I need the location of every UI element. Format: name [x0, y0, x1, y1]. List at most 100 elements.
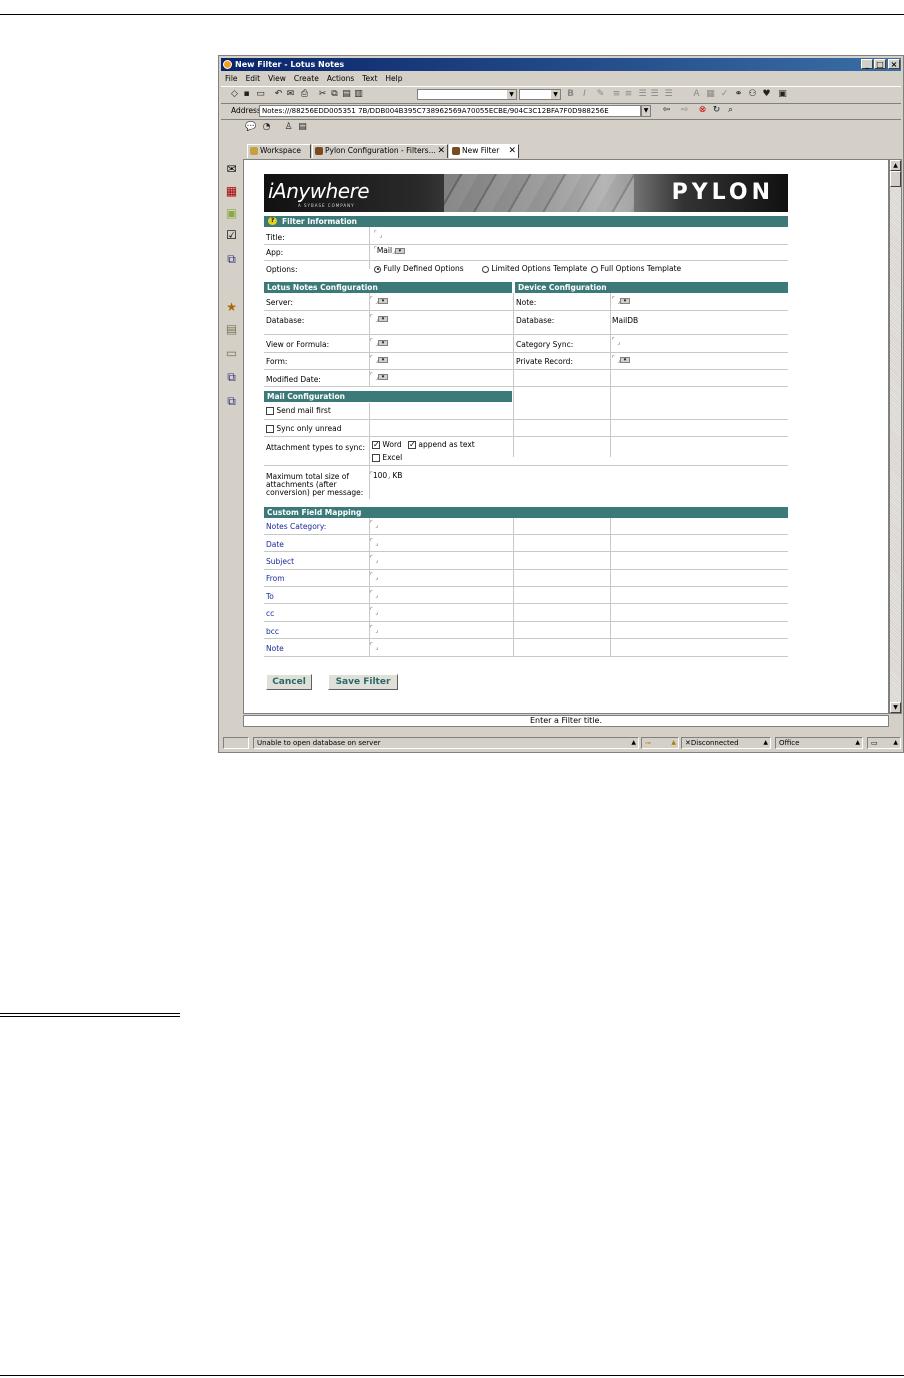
menu-view[interactable]: View: [264, 72, 290, 85]
databases-bookmark-icon[interactable]: ▤: [224, 322, 239, 337]
mail-icon[interactable]: ✉: [285, 89, 296, 100]
stop-icon[interactable]: ⊗: [697, 105, 708, 116]
map-from-field[interactable]: ⌜ ⌟: [370, 572, 378, 581]
bullet-list-icon[interactable]: ☰: [637, 89, 648, 100]
spell-icon[interactable]: ✓: [719, 89, 730, 100]
address-input[interactable]: Notes:///88256EDD005351 7B/DDB004B395C73…: [259, 105, 641, 117]
cut-icon[interactable]: ✂: [317, 89, 328, 100]
menu-edit[interactable]: Edit: [242, 72, 265, 85]
map-notes-category-field[interactable]: ⌜ ⌟: [370, 520, 378, 529]
people-icon[interactable]: ◔: [261, 122, 272, 133]
forward-arrow-icon[interactable]: ⇨: [679, 105, 690, 116]
map-note-field[interactable]: ⌜ ⌟: [370, 642, 378, 651]
indent-icon[interactable]: ☰: [663, 89, 674, 100]
cancel-button[interactable]: Cancel: [266, 674, 312, 690]
scroll-thumb[interactable]: [890, 171, 901, 187]
tab-new-filter[interactable]: New Filter ✕: [449, 144, 519, 158]
send-mail-first-checkbox[interactable]: Send mail first: [266, 406, 331, 415]
map-bcc-field[interactable]: ⌜ ⌟: [370, 625, 378, 634]
spell-check-icon[interactable]: ♥: [761, 89, 772, 100]
favorites-bookmark-icon[interactable]: ★: [224, 300, 239, 315]
connection-status[interactable]: ✕Disconnected ▲: [681, 737, 771, 749]
title-field[interactable]: ⌜ ⌟: [374, 230, 382, 239]
excel-checkbox[interactable]: Excel: [372, 453, 402, 462]
back-icon[interactable]: ↶: [273, 89, 284, 100]
append-as-text-checkbox[interactable]: ✓ append as text: [408, 440, 475, 449]
save-icon[interactable]: ▪: [241, 89, 252, 100]
refresh-icon[interactable]: ↻: [711, 105, 722, 116]
internet-bookmark-icon[interactable]: ⧉: [224, 394, 239, 409]
menu-help[interactable]: Help: [381, 72, 406, 85]
close-window-button[interactable]: ×: [888, 59, 900, 69]
inbox-indicator[interactable]: ▭ ▲: [867, 737, 901, 749]
map-cc-field[interactable]: ⌜ ⌟: [370, 607, 378, 616]
link-icon[interactable]: ⚭: [733, 89, 744, 100]
location-status[interactable]: Office ▲: [775, 737, 863, 749]
option-fully-defined[interactable]: Fully Defined Options: [374, 264, 464, 273]
server-field[interactable]: ⌜ ⌟ ▾: [370, 296, 389, 305]
max-size-field[interactable]: ⌜100⌟ KB: [370, 471, 402, 480]
view-formula-field[interactable]: ⌜ ⌟ ▾: [370, 338, 389, 347]
note-field[interactable]: ⌜ ⌟ ▾: [612, 296, 631, 305]
paste-icon[interactable]: ▤: [341, 89, 352, 100]
close-tab-icon[interactable]: ✕: [508, 145, 516, 157]
key-indicator[interactable]: ⊸ ▲: [641, 737, 679, 749]
menu-text[interactable]: Text: [358, 72, 381, 85]
print-icon[interactable]: ⎙: [299, 89, 310, 100]
replicator-bookmark-icon[interactable]: ⧉: [224, 252, 239, 267]
minimize-button[interactable]: _: [861, 59, 873, 69]
sync-only-unread-checkbox[interactable]: Sync only unread: [266, 424, 342, 433]
category-sync-field[interactable]: ⌜ ⌟: [612, 337, 620, 346]
address-book-bookmark-icon[interactable]: ▣: [224, 206, 239, 221]
more-bookmarks-icon[interactable]: ▭: [224, 346, 239, 361]
font-size-select[interactable]: ▼: [519, 89, 561, 100]
option-limited[interactable]: Limited Options Template: [482, 264, 587, 273]
address-dropdown[interactable]: ▼: [641, 105, 651, 117]
tab-workspace[interactable]: Workspace: [247, 144, 311, 158]
italic-icon[interactable]: I: [579, 89, 590, 100]
vertical-scrollbar[interactable]: ▲ ▼: [889, 159, 902, 714]
menu-create[interactable]: Create: [290, 72, 323, 85]
save-filter-button[interactable]: Save Filter: [328, 674, 398, 690]
status-message[interactable]: Unable to open database on server ▲: [253, 737, 639, 749]
navigate-icon[interactable]: ◇: [229, 89, 240, 100]
open-folder-icon[interactable]: ▭: [255, 89, 266, 100]
mail-bookmark-icon[interactable]: ✉: [224, 162, 239, 177]
maximize-button[interactable]: □: [874, 59, 886, 69]
align-left-icon[interactable]: ≡: [611, 89, 622, 100]
form-field[interactable]: ⌜ ⌟ ▾: [370, 355, 389, 364]
tab-pylon-configuration[interactable]: Pylon Configuration - Filters... ✕: [312, 144, 448, 158]
close-tab-icon[interactable]: ✕: [437, 145, 445, 157]
calendar-bookmark-icon[interactable]: ▦: [224, 184, 239, 199]
database-field[interactable]: ⌜ ⌟ ▾: [370, 314, 389, 323]
map-subject-field[interactable]: ⌜ ⌟: [370, 555, 378, 564]
bold-icon[interactable]: B: [565, 89, 576, 100]
font-select[interactable]: ▼: [417, 89, 517, 100]
copy-icon[interactable]: ⧉: [329, 89, 340, 100]
back-arrow-icon[interactable]: ⇦: [661, 105, 672, 116]
modified-date-field[interactable]: ⌜ ⌟ ▾: [370, 372, 389, 381]
option-full[interactable]: Full Options Template: [591, 264, 681, 273]
chat-icon[interactable]: 💬: [245, 122, 256, 133]
menu-actions[interactable]: Actions: [323, 72, 358, 85]
person-icon[interactable]: ♙: [283, 122, 294, 133]
list-icon[interactable]: ▤: [297, 122, 308, 133]
todo-bookmark-icon[interactable]: ☑: [224, 228, 239, 243]
align-center-icon[interactable]: ≡: [623, 89, 634, 100]
paste-special-icon[interactable]: ▥: [353, 89, 364, 100]
search-icon[interactable]: ⌕: [725, 105, 736, 116]
map-date-field[interactable]: ⌜ ⌟: [370, 538, 378, 547]
highlight-icon[interactable]: ✎: [595, 89, 606, 100]
binoculars-icon[interactable]: ⚇: [747, 89, 758, 100]
word-checkbox[interactable]: ✓ Word: [372, 440, 402, 449]
app-field[interactable]: ⌜Mail⌟ ▾: [374, 246, 405, 255]
private-record-field[interactable]: ⌜ ⌟ ▾: [612, 355, 631, 364]
map-to-field[interactable]: ⌜ ⌟: [370, 590, 378, 599]
menu-file[interactable]: File: [221, 72, 242, 85]
history-bookmark-icon[interactable]: ⧉: [224, 370, 239, 385]
scroll-down-icon[interactable]: ▼: [890, 702, 901, 713]
text-style-icon[interactable]: A: [691, 89, 702, 100]
table-icon[interactable]: ▦: [705, 89, 716, 100]
number-list-icon[interactable]: ☰: [649, 89, 660, 100]
scroll-up-icon[interactable]: ▲: [890, 160, 901, 171]
